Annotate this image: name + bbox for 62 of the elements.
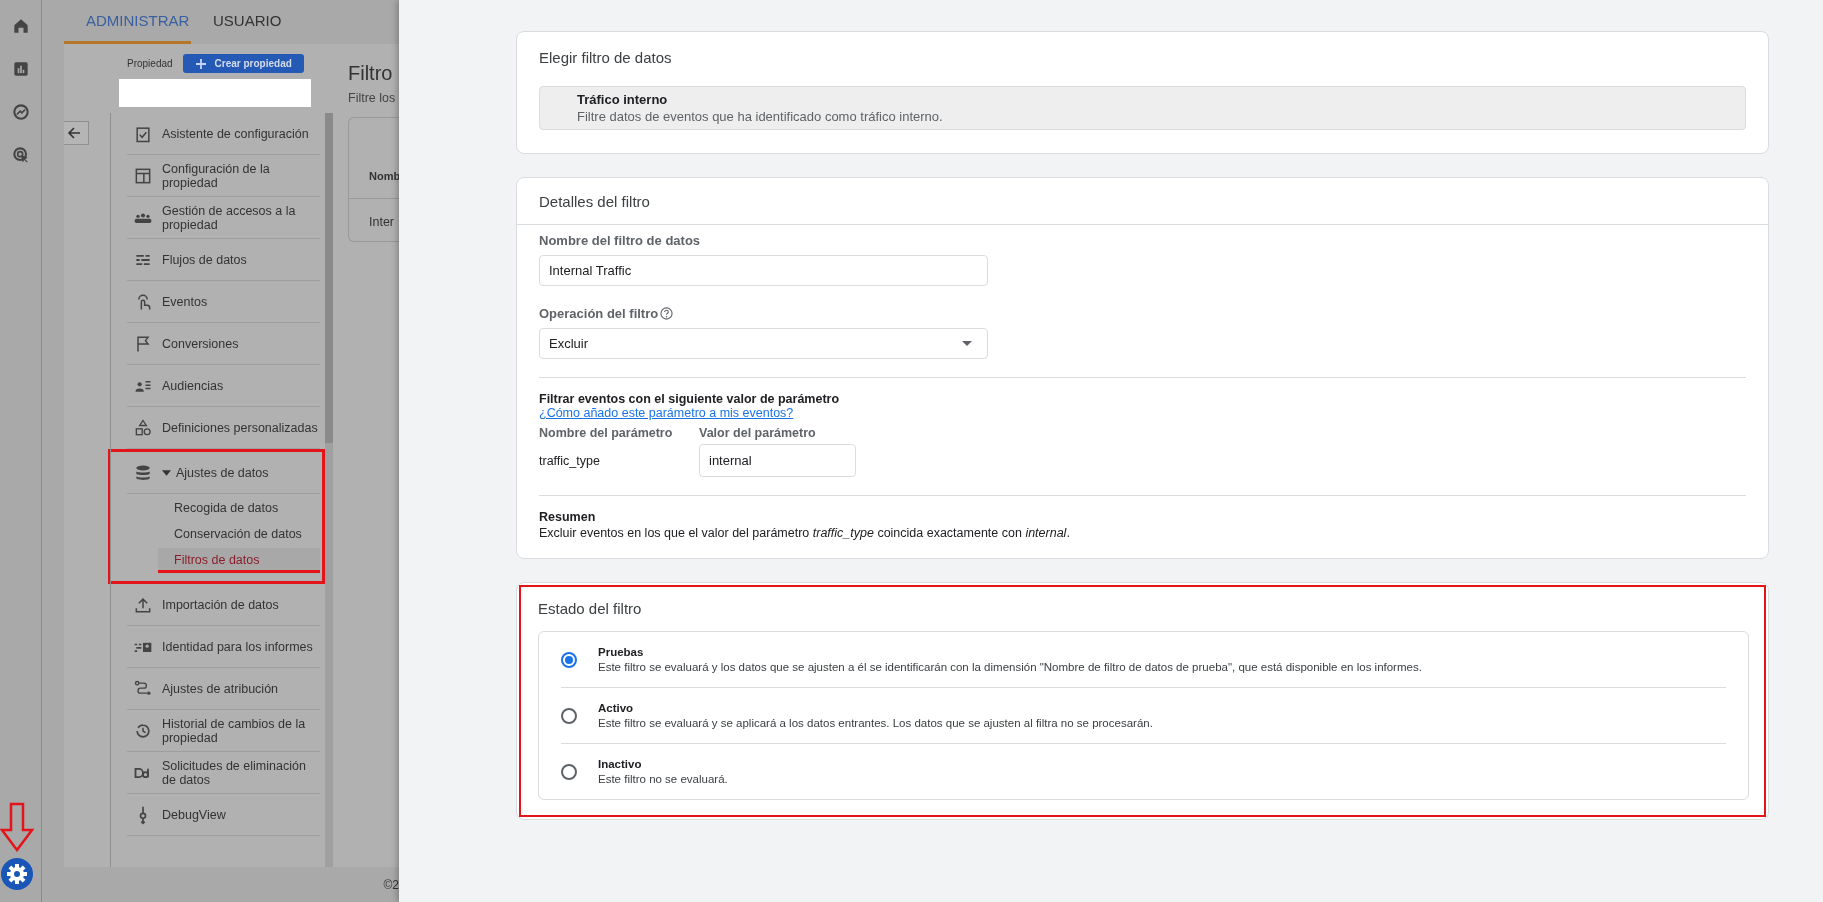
column-label: Valor del parámetro (699, 426, 817, 440)
plus-icon (194, 57, 207, 70)
dropdown-caret-icon (962, 341, 972, 346)
nav-item[interactable]: Configuración de la propiedad (127, 155, 320, 197)
nav-item[interactable]: Eventos (127, 281, 320, 323)
option-description: Este filtro se evaluará y los datos que se ajusten a él se identificarán con la dimensión "Nombre de filtro de datos de prueba", que está disponible en los informes. (598, 661, 1422, 673)
option-title: Activo (598, 702, 635, 714)
nav-item[interactable]: Conversiones (127, 323, 320, 365)
nav-item[interactable]: DebugView (127, 794, 320, 836)
tab[interactable]: USUARIO (191, 0, 304, 44)
input-field[interactable]: Internal Traffic (539, 255, 988, 286)
column-label: Nombre del parámetro (539, 426, 674, 440)
select-field[interactable]: Excluir (539, 328, 988, 359)
back-arrow-icon (66, 125, 82, 141)
sub-nav-item[interactable]: Conservación de datos (158, 522, 320, 546)
option-description: Este filtro se evaluará y se aplicará a los datos entrantes. Los datos que se ajusten al filtra no se procesarán. (598, 717, 1153, 729)
summary-text: Excluir eventos en los que el valor del parámetro traffic_type coincida exactamente con internal. (539, 526, 1071, 540)
input-field[interactable]: internal (699, 444, 856, 477)
nav-item[interactable]: Identidad para los informes (127, 626, 320, 668)
settings-icon[interactable] (0, 858, 33, 890)
option-title: Pruebas (598, 646, 645, 658)
nav-item[interactable]: Definiciones personalizadas (127, 407, 320, 449)
sub-nav-item[interactable]: Recogida de datos (158, 496, 320, 520)
page-title: Filtro (348, 62, 394, 85)
down-arrow-icon (0, 802, 34, 852)
help-link[interactable]: ¿Cómo añado este parámetro a mis eventos? (539, 406, 794, 420)
option-title: Inactivo (598, 758, 643, 770)
nav-item[interactable]: Gestión de accesos a la propiedad (127, 197, 320, 239)
nav-item[interactable]: Historial de cambios de la propiedad (127, 710, 320, 752)
nav-item[interactable]: Solicitudes de eliminación de datos (127, 752, 320, 794)
help-icon[interactable] (660, 307, 674, 320)
column-header: Nomb (369, 170, 399, 184)
nav-item[interactable]: Audiencias (127, 365, 320, 407)
nav-item[interactable]: Ajustes de datos (127, 452, 320, 494)
radio-button[interactable] (561, 651, 577, 668)
radio-button[interactable] (561, 763, 577, 780)
option-description: Este filtro no se evaluará. (598, 773, 728, 785)
nav-item[interactable]: Asistente de configuración (127, 113, 320, 155)
back-button[interactable] (64, 121, 89, 145)
section-title: Filtrar eventos con el siguiente valor de parámetro (539, 392, 841, 406)
property-label: Propiedad (127, 58, 173, 69)
page-subtitle: Filtre los (348, 91, 397, 105)
card-title: Estado del filtro (538, 600, 643, 617)
create-property-button[interactable]: Crear propiedad (182, 54, 304, 73)
filter-option[interactable]: Tráfico interno Filtre datos de eventos que ha identificado como tráfico interno. (539, 86, 1746, 130)
field-label: Operación del filtro (539, 306, 659, 321)
nav-item[interactable]: Flujos de datos (127, 239, 320, 281)
scrollbar[interactable] (325, 113, 333, 867)
parameter-name: traffic_type (539, 453, 601, 468)
copyright-text: ©2 (383, 877, 399, 892)
field-label: Nombre del filtro de datos (539, 233, 702, 248)
radio-button[interactable] (561, 707, 577, 724)
target-cursor-icon[interactable] (10, 145, 31, 165)
card-title: Detalles del filtro (517, 178, 1768, 225)
summary-title: Resumen (539, 510, 597, 524)
nav-item[interactable]: Importación de datos (127, 584, 320, 626)
card-title: Elegir filtro de datos (539, 49, 673, 66)
nav-item[interactable]: Ajustes de atribución (127, 668, 320, 710)
trend-icon[interactable] (10, 102, 31, 122)
caret-icon (162, 469, 171, 476)
sub-nav-item[interactable]: Filtros de datos (158, 548, 320, 573)
shapes-icon (133, 417, 153, 438)
